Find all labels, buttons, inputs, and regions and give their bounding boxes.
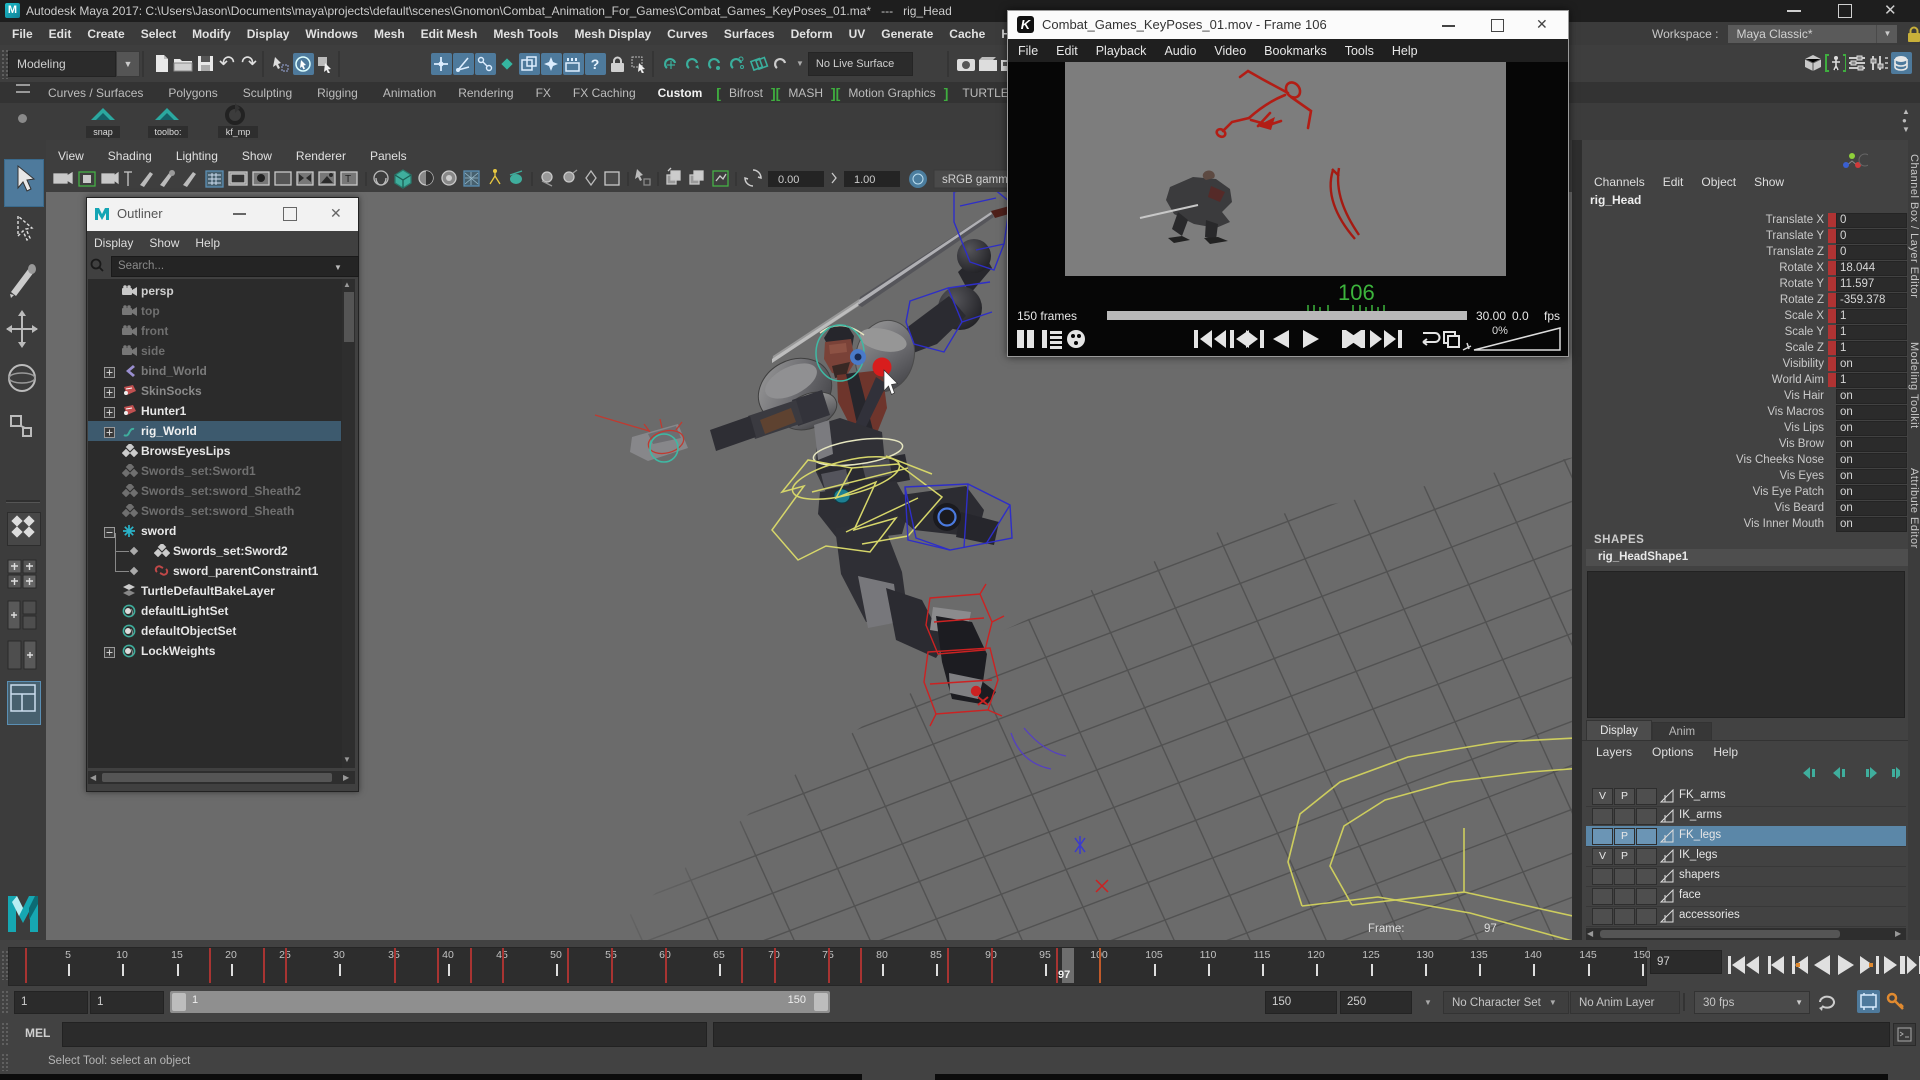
svg-text:150 frames: 150 frames xyxy=(1017,309,1077,323)
svg-text:1.00: 1.00 xyxy=(854,174,875,186)
svg-text:0.00: 0.00 xyxy=(778,174,799,186)
svg-text:Frame:: Frame: xyxy=(1368,923,1404,935)
svg-text:T: T xyxy=(345,174,351,185)
svg-text:fps: fps xyxy=(1544,309,1560,323)
svg-text:0.0: 0.0 xyxy=(1512,309,1529,323)
svg-text:97: 97 xyxy=(1484,923,1497,935)
svg-text:0%: 0% xyxy=(1492,325,1508,337)
svg-text:106: 106 xyxy=(1338,280,1375,305)
svg-text:30.00: 30.00 xyxy=(1476,309,1506,323)
svg-text:sRGB gamma: sRGB gamma xyxy=(942,174,1015,186)
